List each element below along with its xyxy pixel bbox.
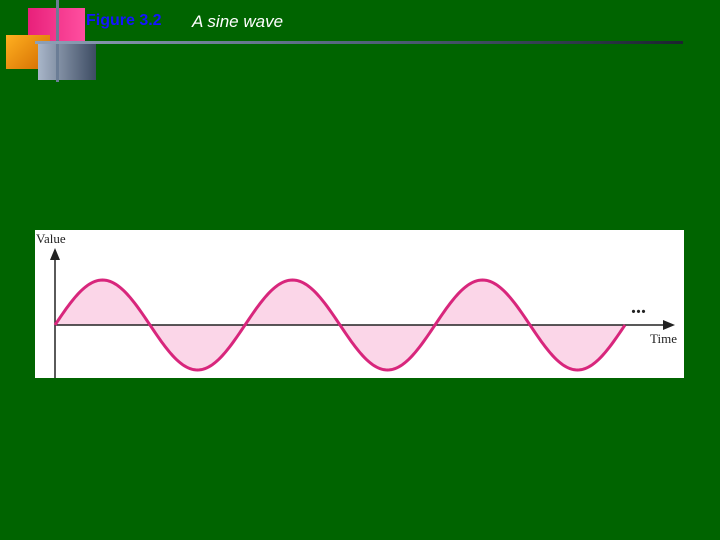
value-axis-label: Value: [36, 231, 66, 246]
figure-title: A sine wave: [192, 12, 284, 31]
continuation-ellipsis: ...: [631, 296, 646, 318]
time-axis-arrow: [663, 320, 675, 330]
figure-number: Figure 3.2: [86, 12, 162, 29]
value-axis-arrow: [50, 248, 60, 260]
sine-wave-diagram: Value Time ...: [36, 231, 677, 378]
decorative-slate-square: [38, 44, 96, 80]
time-axis-label: Time: [650, 331, 677, 346]
title-underline-rule: [35, 41, 683, 44]
sine-wave-figure: Value Time ...: [35, 230, 684, 378]
